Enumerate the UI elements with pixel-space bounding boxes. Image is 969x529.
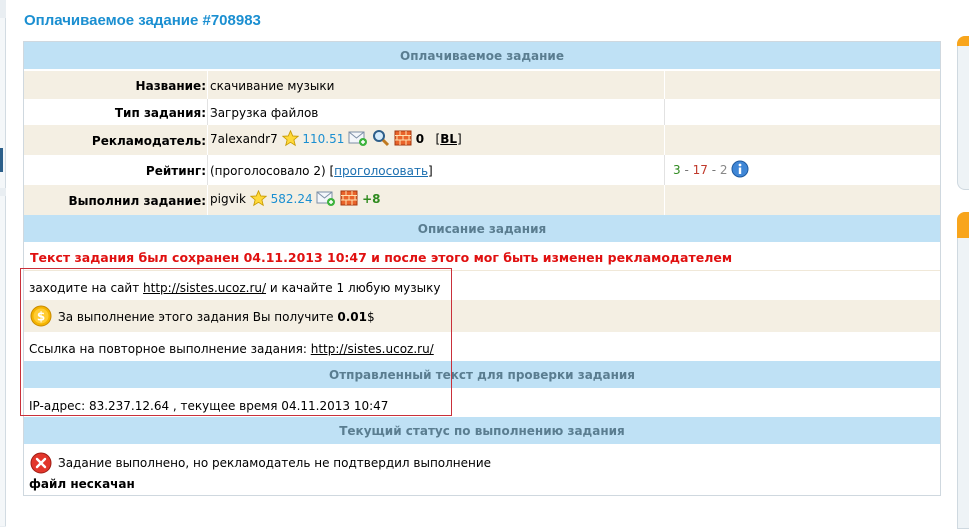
right-panel-lower (957, 212, 969, 529)
left-panel-lower (0, 196, 6, 526)
rating-cell: (проголосовало 2) [проголосовать] (210, 164, 433, 178)
dollar-coin-icon: $ (30, 305, 52, 330)
magnifier-icon[interactable] (372, 129, 390, 150)
task-text: заходите на сайт http://sistes.ucoz.ru/ … (29, 281, 441, 295)
name-label: Название: (135, 79, 206, 93)
error-icon (30, 452, 52, 477)
left-panel-marker (0, 148, 3, 172)
status-text: Задание выполнено, но рекламодатель не п… (58, 456, 492, 470)
section-header-sent: Отправленный текст для проверки задания (24, 361, 940, 389)
row-advertiser: Рекламодатель: 7alexandr7 110.51 0 [BL] (24, 125, 940, 155)
reward-text: За выполнение этого задания Вы получите … (58, 310, 375, 324)
row-repeat: Ссылка на повторное выполнение задания: … (24, 332, 940, 361)
row-performer: Выполнил задание: pigvik 582.24 +8 (24, 185, 940, 215)
row-status: Задание выполнено, но рекламодатель не п… (24, 446, 940, 494)
row-reward: $ За выполнение этого задания Вы получит… (24, 300, 940, 332)
info-icon[interactable] (731, 160, 749, 181)
task-frame: Оплачиваемое задание Название: скачивани… (23, 41, 941, 496)
page-title: Оплачиваемое задание #708983 (24, 12, 261, 29)
left-sidebar-edge (0, 0, 6, 527)
blacklist-wall-icon[interactable] (340, 189, 358, 210)
bl-bracket-close: ] (457, 132, 462, 146)
vote-link[interactable]: проголосовать (334, 164, 428, 178)
section-header-status: Текущий статус по выполнению задания (24, 417, 940, 445)
sent-text: IP-адрес: 83.237.12.64 , текущее время 0… (29, 399, 389, 413)
row-type: Тип задания: Загрузка файлов (24, 99, 940, 125)
performer-name[interactable]: pigvik (210, 192, 246, 206)
send-message-icon[interactable] (316, 189, 336, 210)
blacklist-wall-icon[interactable] (394, 129, 412, 150)
right-sidebar-edge (955, 0, 969, 529)
send-message-icon[interactable] (348, 129, 368, 150)
performer-count: +8 (362, 192, 381, 206)
rating-neutral: 17 (692, 163, 708, 177)
status-note: файл нескачан (29, 477, 135, 491)
site-link[interactable]: http://sistes.ucoz.ru/ (143, 281, 266, 295)
row-rating: Рейтинг: (проголосовало 2) [проголосоват… (24, 155, 940, 185)
performer-rating: 582.24 (270, 192, 313, 206)
rating-label: Рейтинг: (145, 164, 206, 178)
performer-cell: pigvik 582.24 +8 (210, 189, 381, 210)
rating-positive: 3 (673, 163, 681, 177)
advertiser-count: 0 (415, 132, 425, 146)
section-header-task: Оплачиваемое задание (24, 42, 940, 70)
advertiser-rating: 110.51 (302, 132, 345, 146)
advertiser-label: Рекламодатель: (91, 134, 206, 148)
row-warning: Текст задания был сохранен 04.11.2013 10… (24, 244, 940, 270)
row-sent-text: IP-адрес: 83.237.12.64 , текущее время 0… (24, 390, 940, 418)
performer-label: Выполнил задание: (68, 194, 206, 208)
right-panel-upper (957, 36, 969, 190)
svg-text:$: $ (37, 310, 45, 324)
advertiser-name[interactable]: 7alexandr7 (210, 132, 278, 146)
rating-close: ] (428, 164, 433, 178)
bl-link[interactable]: BL (440, 132, 457, 146)
advertiser-cell: 7alexandr7 110.51 0 [BL] (210, 129, 462, 150)
name-value: скачивание музыки (210, 79, 335, 93)
rating-votes-text: (проголосовало 2) [ (210, 164, 335, 178)
row-task-text: заходите на сайт http://sistes.ucoz.ru/ … (24, 270, 940, 299)
type-label: Тип задания: (114, 106, 206, 120)
section-header-description: Описание задания (24, 215, 940, 243)
repeat-text: Ссылка на повторное выполнение задания: … (29, 342, 434, 356)
reward-amount: 0.01 (337, 310, 367, 324)
repeat-link[interactable]: http://sistes.ucoz.ru/ (311, 342, 434, 356)
type-value: Загрузка файлов (210, 106, 319, 120)
rating-negative: 2 (719, 163, 728, 177)
star-icon (281, 129, 299, 150)
star-icon (249, 189, 268, 210)
saved-warning: Текст задания был сохранен 04.11.2013 10… (30, 250, 733, 265)
rating-breakdown: 3 - 17 - 2 (673, 160, 749, 181)
row-name: Название: скачивание музыки (24, 71, 940, 99)
